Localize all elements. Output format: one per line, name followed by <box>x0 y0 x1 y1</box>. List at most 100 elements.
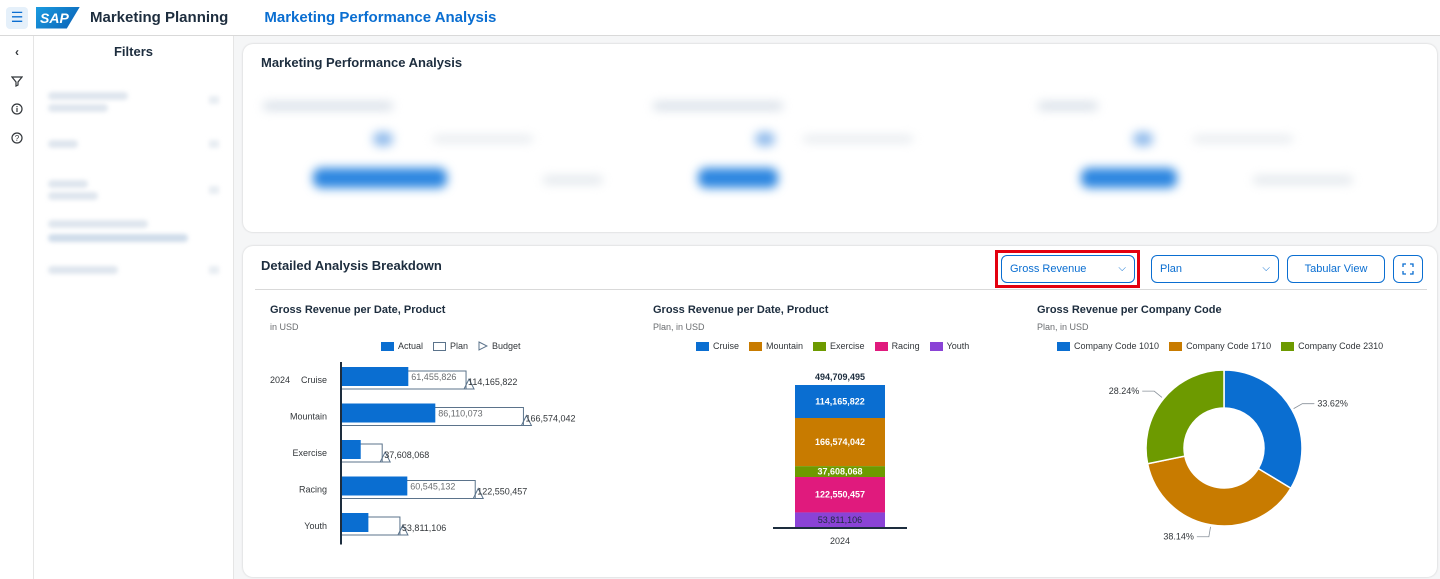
segment-label: 53,811,106 <box>818 515 862 525</box>
legend-item[interactable]: Youth <box>929 341 970 351</box>
filter-blur <box>48 266 118 274</box>
filter-blur <box>48 92 128 100</box>
blurred-kpi <box>373 132 393 146</box>
header-divider <box>255 289 1427 290</box>
chart3-subtitle: Plan, in USD <box>1037 322 1089 332</box>
plan-label: 53,811,106 <box>402 523 446 533</box>
filter-blur <box>209 96 219 104</box>
segment-label: 37,608,068 <box>817 467 862 477</box>
blurred-kpi <box>1193 136 1293 142</box>
legend-label: Youth <box>946 341 970 351</box>
legend-swatch <box>929 341 943 351</box>
app-title: Marketing Planning <box>90 9 229 26</box>
legend-swatch <box>1169 341 1183 351</box>
version-select[interactable]: Plan ⌵ <box>1151 255 1279 283</box>
blurred-kpi <box>698 168 778 188</box>
legend-item[interactable]: Company Code 1010 <box>1057 341 1159 351</box>
legend-item[interactable]: Racing <box>874 341 920 351</box>
leader-line <box>1196 526 1211 538</box>
legend-label: Company Code 1710 <box>1186 341 1272 351</box>
legend-label: Plan <box>450 341 469 351</box>
actual-label: 86,110,073 <box>438 409 482 419</box>
legend-item-budget[interactable]: Budget <box>478 341 521 351</box>
collapse-chevron-icon[interactable]: ‹ <box>9 44 25 60</box>
side-rail: ‹ ? <box>0 36 34 579</box>
chart3-title: Gross Revenue per Company Code <box>1037 304 1222 316</box>
legend-swatch <box>1057 341 1070 351</box>
plan-label: 166,574,042 <box>525 414 575 424</box>
breakdown-title: Detailed Analysis Breakdown <box>261 258 442 273</box>
legend-swatch <box>1281 341 1295 351</box>
performance-card: Marketing Performance Analysis <box>243 44 1437 232</box>
legend-swatch <box>696 341 709 351</box>
help-icon[interactable]: ? <box>9 130 25 146</box>
performance-card-title: Marketing Performance Analysis <box>261 55 463 70</box>
info-icon[interactable] <box>9 101 25 117</box>
chart3-legend: Company Code 1010 Company Code 1710 Compan… <box>1057 341 1383 351</box>
blurred-kpi <box>263 102 393 110</box>
chart2-subtitle: Plan, in USD <box>653 322 705 332</box>
legend-label: Racing <box>891 341 920 351</box>
category-label: 2024 <box>830 536 850 546</box>
legend-swatch <box>433 341 447 351</box>
legend-item-plan[interactable]: Plan <box>433 341 468 351</box>
filter-blur <box>209 140 219 148</box>
chart2-svg: 494,709,495 114,165,822 166,574,042 37,608,… <box>773 372 907 546</box>
category-label: Cruise <box>301 375 327 385</box>
total-label: 494,709,495 <box>815 372 865 382</box>
filter-blur <box>48 192 98 200</box>
legend-item[interactable]: Cruise <box>696 341 739 351</box>
blurred-kpi <box>755 132 775 146</box>
actual-bar <box>341 476 408 496</box>
actual-label: 60,545,132 <box>410 482 455 492</box>
actual-bar <box>341 367 409 386</box>
blurred-kpi <box>1133 132 1153 146</box>
slice-label: 38.14% <box>1163 532 1194 542</box>
tabular-view-button[interactable]: Tabular View <box>1287 255 1385 283</box>
legend-item[interactable]: Exercise <box>813 341 865 351</box>
chart1-legend: Actual Plan Budget <box>381 341 521 351</box>
legend-label: Cruise <box>713 341 740 351</box>
chart2-legend: Cruise Mountain Exercise Racing Youth <box>696 341 969 351</box>
filters-panel: Filters <box>34 36 234 579</box>
blurred-kpi <box>543 176 603 184</box>
slice-label: 33.62% <box>1317 399 1348 409</box>
legend-swatch <box>813 341 827 351</box>
leader-line <box>1293 403 1315 409</box>
hamburger-icon[interactable]: ☰ <box>6 6 28 29</box>
category-label: Racing <box>299 485 327 495</box>
category-label: Mountain <box>290 412 327 422</box>
legend-label: Company Code 2310 <box>1298 341 1384 351</box>
category-label: Youth <box>304 521 327 531</box>
year-label: 2024 <box>270 375 290 385</box>
segment-label: 122,550,457 <box>815 490 865 500</box>
highlight-box <box>995 250 1140 288</box>
legend-item[interactable]: Company Code 1710 <box>1169 341 1271 351</box>
actual-label: 61,455,826 <box>411 372 456 382</box>
fullscreen-button[interactable] <box>1393 255 1423 283</box>
blurred-kpi <box>433 136 533 142</box>
filters-title: Filters <box>113 44 153 59</box>
version-select-value: Plan <box>1160 263 1183 275</box>
segment-label: 166,574,042 <box>815 437 865 447</box>
blurred-kpi <box>1038 102 1098 110</box>
sap-logo[interactable]: SAP <box>36 6 80 29</box>
legend-item-actual[interactable]: Actual <box>381 341 423 351</box>
legend-label: Actual <box>398 341 424 351</box>
actual-bar <box>341 403 436 423</box>
filter-blur <box>48 220 148 228</box>
legend-item[interactable]: Company Code 2310 <box>1281 341 1383 351</box>
legend-triangle-icon <box>478 341 489 351</box>
donut-slice <box>1223 369 1303 490</box>
breakdown-card: Detailed Analysis Breakdown Gross Revenu… <box>243 246 1437 577</box>
legend-swatch <box>381 341 394 351</box>
legend-item[interactable]: Mountain <box>749 341 803 351</box>
blurred-kpi <box>1253 176 1353 184</box>
filter-icon[interactable] <box>9 73 25 89</box>
chevron-down-icon: ⌵ <box>1262 263 1270 274</box>
legend-swatch <box>874 341 888 351</box>
plan-label: 114,165,822 <box>468 377 517 387</box>
filter-blur <box>48 234 188 242</box>
legend-label: Company Code 1010 <box>1074 341 1160 351</box>
legend-swatch <box>749 341 763 351</box>
